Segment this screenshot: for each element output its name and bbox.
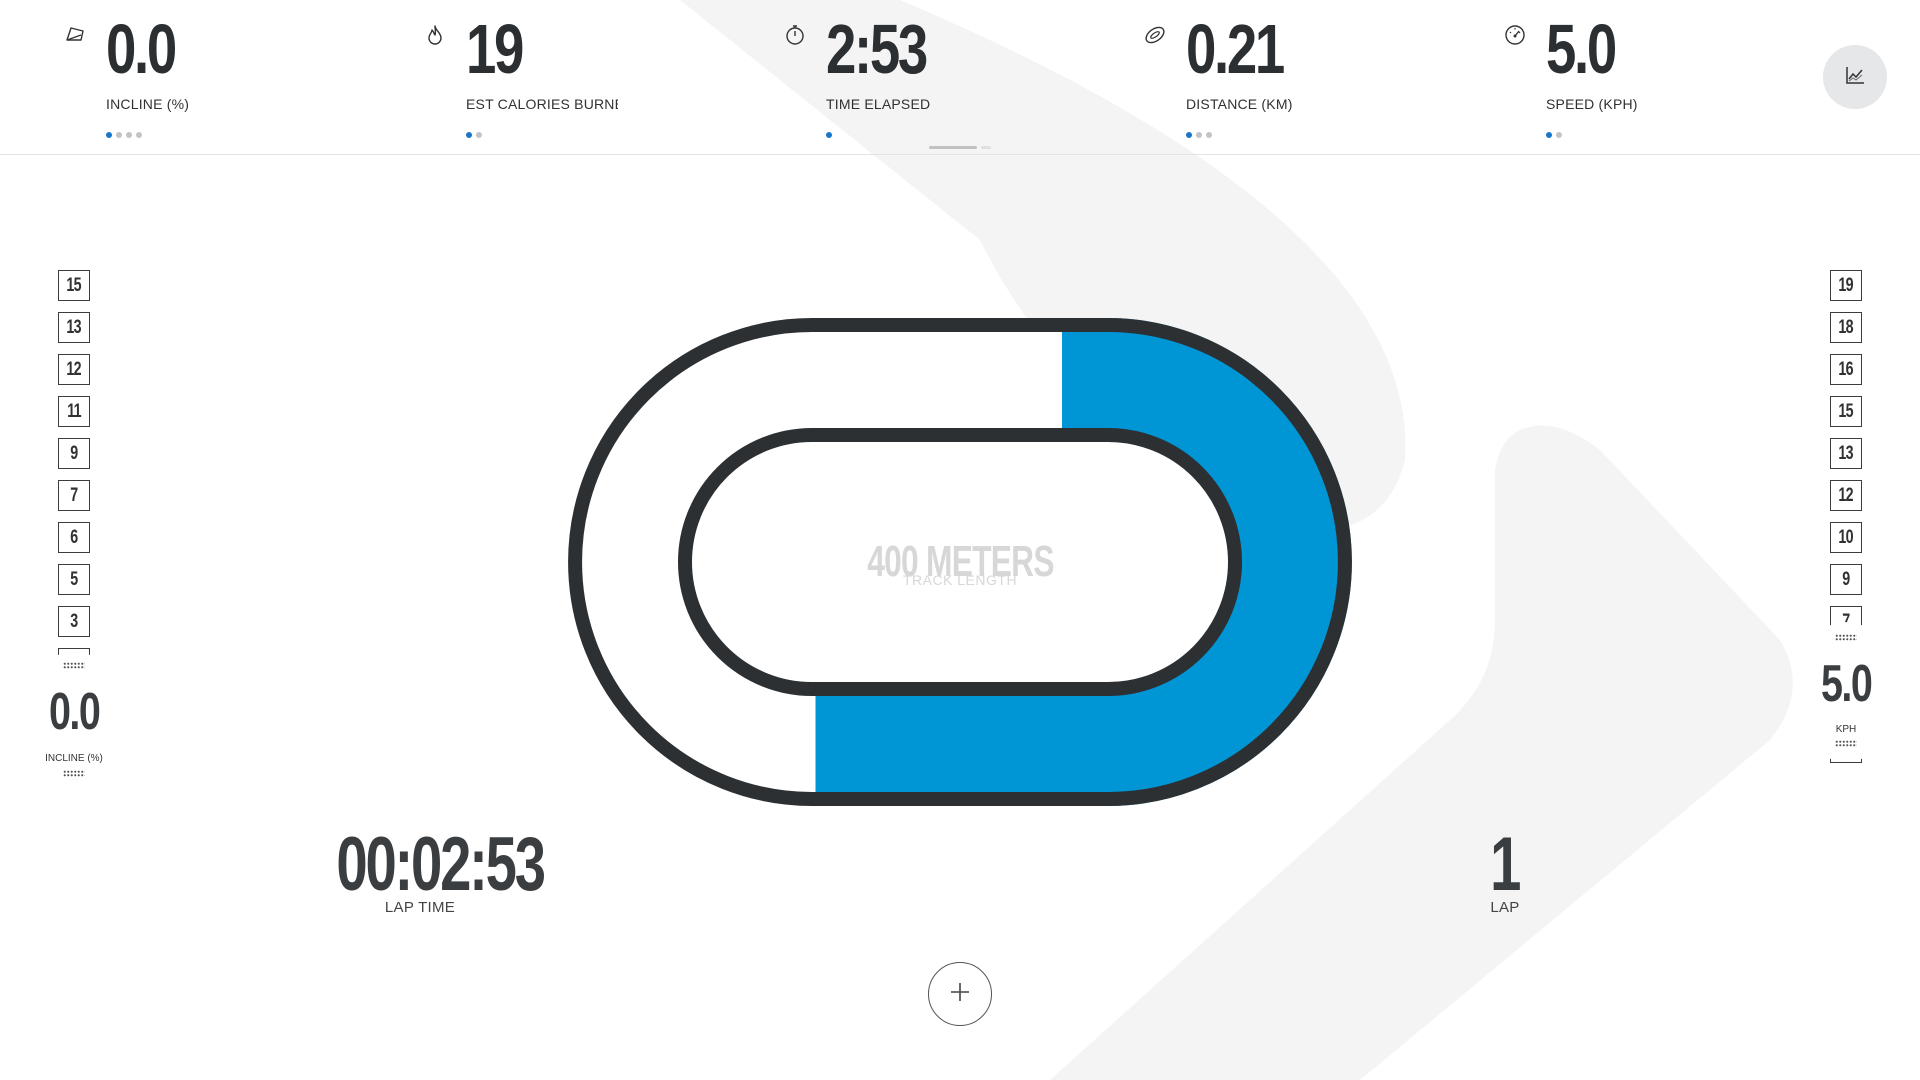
speed-preset-button[interactable]: 13 [1830,438,1862,469]
speed-preset-button[interactable]: 18 [1830,312,1862,343]
incline-icon [62,22,88,48]
incline-preset-button[interactable]: 12 [58,354,90,385]
incline-preset-button[interactable]: 9 [58,438,90,469]
metric-time-elapsed[interactable]: 2:53 TIME ELAPSED [786,0,1126,155]
incline-preset-button[interactable]: 15 [58,270,90,301]
grip-icon [63,662,85,669]
metric-page-dots[interactable] [106,132,142,138]
lap-display: 1 LAP [1445,822,1565,917]
speed-current-label: KPH [1835,724,1857,735]
metric-page-dots[interactable] [466,132,482,138]
grip-icon [63,770,85,777]
metric-distance[interactable]: 0.21 DISTANCE (KM) [1145,0,1486,155]
metric-page-dots[interactable] [826,132,832,138]
track-length-display: 400 METERS TRACK LENGTH [760,537,1160,589]
incline-preset-button[interactable]: 5 [58,564,90,595]
metric-incline[interactable]: 0.0 INCLINE (%) [66,0,406,155]
speed-preset-button[interactable]: 12 [1830,480,1862,511]
metric-label: EST CALORIES BURNED [466,96,618,112]
lap-value: 1 [1490,822,1521,907]
add-button[interactable] [928,962,992,1026]
metrics-header: 0.0 INCLINE (%) 19 EST CALORIES BURNED 2… [0,0,1920,155]
metric-value: 0.0 [106,10,177,88]
metric-page-dots[interactable] [1546,132,1562,138]
metric-page-dots[interactable] [1186,132,1212,138]
track-length-value: 400 METERS [866,537,1054,586]
incline-preset-button[interactable]: 3 [58,606,90,637]
speed-preset-button[interactable]: 9 [1830,564,1862,595]
incline-current-value: 0.0 [48,683,101,741]
metric-value: 2:53 [826,10,928,88]
stopwatch-icon [782,22,808,48]
incline-preset-button[interactable]: 7 [58,480,90,511]
metric-label: SPEED (KPH) [1546,96,1638,112]
speedometer-icon [1502,22,1528,48]
grip-icon [1835,740,1857,747]
flame-icon [422,22,448,48]
incline-slider-handle[interactable]: 0.0 INCLINE (%) [32,652,116,780]
chart-button[interactable] [1823,45,1887,109]
speed-preset-button[interactable]: 15 [1830,396,1862,427]
metric-value: 19 [466,10,524,88]
grip-icon [1835,634,1857,641]
metric-speed[interactable]: 5.0 SPEED (KPH) [1505,0,1846,155]
header-page-indicator[interactable] [929,146,991,149]
speed-preset-button[interactable]: 10 [1830,522,1862,553]
lap-time-value: 00:02:53 [336,822,546,907]
metric-value: 5.0 [1546,10,1617,88]
speed-current-value: 5.0 [1820,655,1873,713]
metric-label: DISTANCE (KM) [1186,96,1293,112]
distance-icon [1142,22,1168,48]
plus-icon [948,980,972,1009]
incline-current-label: INCLINE (%) [45,753,103,764]
lap-time-display: 00:02:53 LAP TIME [300,822,546,917]
metric-calories[interactable]: 19 EST CALORIES BURNED [428,0,766,155]
metric-value: 0.21 [1186,10,1285,88]
speed-preset-button[interactable]: 16 [1830,354,1862,385]
speed-slider-handle[interactable]: 5.0 KPH [1804,622,1888,762]
speed-preset-button[interactable]: 19 [1830,270,1862,301]
metric-label: TIME ELAPSED [826,96,931,112]
line-chart-icon [1844,64,1866,91]
incline-preset-button[interactable]: 13 [58,312,90,343]
incline-preset-button[interactable]: 11 [58,396,90,427]
incline-preset-button[interactable]: 6 [58,522,90,553]
metric-label: INCLINE (%) [106,96,190,112]
